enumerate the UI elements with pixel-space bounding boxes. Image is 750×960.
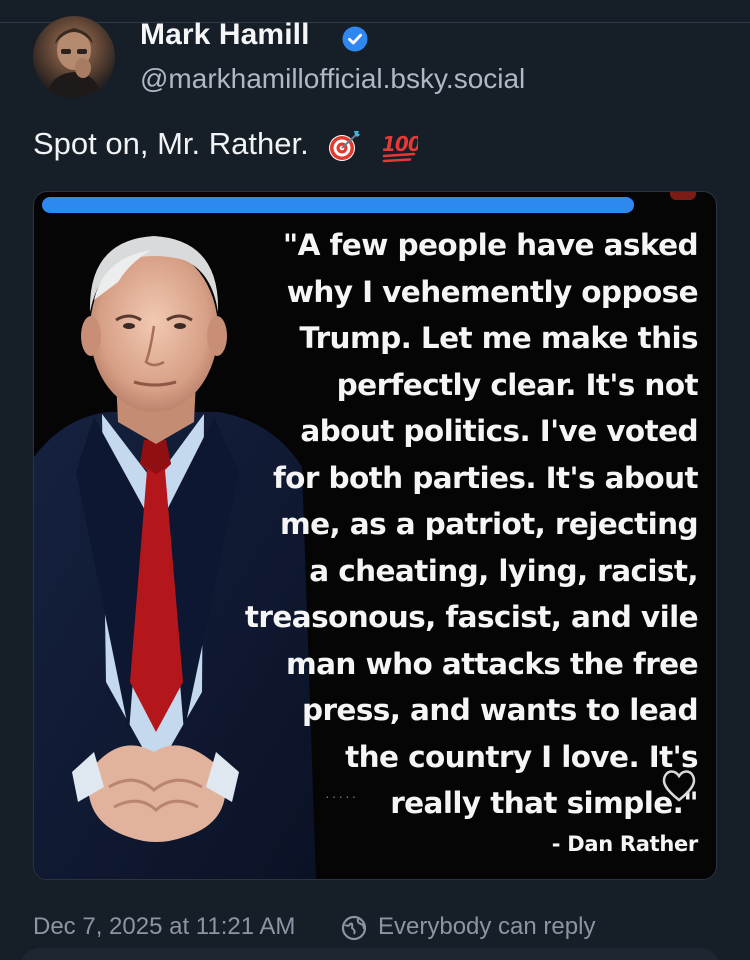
author-handle[interactable]: @markhamillofficial.bsky.social bbox=[140, 63, 525, 95]
avatar-photo bbox=[47, 28, 101, 98]
image-top-bar-accent bbox=[670, 192, 696, 200]
author-name[interactable]: Mark Hamill bbox=[140, 18, 310, 52]
verified-badge-icon[interactable] bbox=[342, 26, 368, 52]
hundred-points-icon: 100 bbox=[382, 132, 418, 163]
reply-composer-bar[interactable] bbox=[20, 948, 720, 960]
globe-reply-icon bbox=[341, 915, 367, 941]
decorative-dots: ····· bbox=[325, 788, 359, 804]
quote-text: "A few people have asked why I vehementl… bbox=[244, 228, 699, 820]
image-top-bar bbox=[42, 197, 634, 213]
quote-image-embed[interactable]: "A few people have asked why I vehementl… bbox=[33, 191, 717, 880]
avatar[interactable] bbox=[33, 16, 115, 98]
post-text-content: Spot on, Mr. Rather. bbox=[33, 126, 309, 161]
post-thread-view: Mark Hamill @markhamillofficial.bsky.soc… bbox=[0, 0, 750, 960]
svg-text:100: 100 bbox=[382, 132, 418, 156]
post-text: Spot on, Mr. Rather. 100 bbox=[33, 126, 418, 163]
post-timestamp[interactable]: Dec 7, 2025 at 11:21 AM bbox=[33, 913, 295, 941]
quote-attribution: - Dan Rather bbox=[551, 832, 699, 856]
direct-hit-icon bbox=[329, 130, 361, 161]
heart-outline-icon bbox=[662, 770, 696, 802]
divider bbox=[0, 22, 750, 23]
reply-setting[interactable]: Everybody can reply bbox=[378, 913, 595, 941]
